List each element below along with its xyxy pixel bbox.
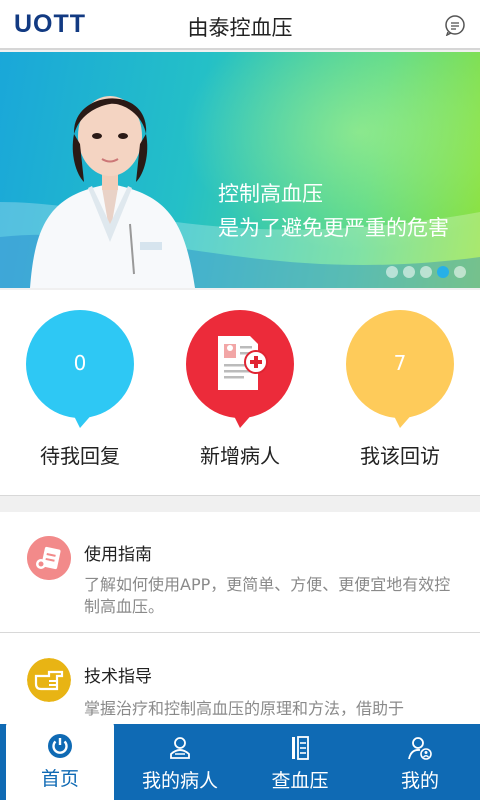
pending-reply-label: 待我回复 <box>40 444 120 468</box>
pointing-hand-icon <box>27 658 71 702</box>
tab-me[interactable]: 我的 <box>360 724 480 800</box>
profile-icon <box>408 737 432 760</box>
carousel-dot[interactable] <box>420 266 432 278</box>
tab-home[interactable]: 首页 <box>6 722 114 800</box>
carousel-dot[interactable] <box>403 266 415 278</box>
follow-up-count: 7 <box>393 351 407 375</box>
list-item-user-guide[interactable]: 使用指南 了解如何使用APP，更简单、方便、更便宜地有效控制高血压。 <box>0 512 480 633</box>
follow-up-button[interactable]: 7 我该回访 <box>330 310 470 469</box>
banner-line-2: 是为了避免更严重的危害 <box>218 216 449 240</box>
tech-guide-desc: 掌握治疗和控制高血压的原理和方法，借助于 <box>84 699 405 718</box>
add-patient-button[interactable]: 新增病人 <box>170 310 310 469</box>
home-power-icon <box>48 734 72 758</box>
tab-check-bp[interactable]: 查血压 <box>240 724 360 800</box>
promo-banner[interactable]: 控制高血压 是为了避免更严重的危害 <box>0 52 480 288</box>
add-patient-label: 新增病人 <box>200 444 280 468</box>
add-patient-bubble <box>186 310 294 428</box>
banner-caption: 控制高血压 是为了避免更严重的危害 <box>218 177 449 245</box>
tab-my-patients[interactable]: 我的病人 <box>120 724 240 800</box>
user-guide-desc: 了解如何使用APP，更简单、方便、更便宜地有效控制高血压。 <box>84 575 451 616</box>
message-icon[interactable] <box>444 14 466 36</box>
carousel-dot[interactable] <box>386 266 398 278</box>
carousel-dot[interactable] <box>454 266 466 278</box>
follow-up-bubble: 7 <box>346 310 454 428</box>
bottom-tab-bar: 首页 我的病人 查血压 我的 <box>0 722 480 800</box>
tab-my-patients-label: 我的病人 <box>141 770 218 792</box>
patients-icon <box>170 737 190 759</box>
info-list: 使用指南 了解如何使用APP，更简单、方便、更便宜地有效控制高血压。 技术指导 … <box>0 512 480 728</box>
tab-check-bp-label: 查血压 <box>271 770 329 792</box>
quick-actions: 0 待我回复 新增病人 7 我该回访 <box>0 290 480 496</box>
tab-home-label: 首页 <box>40 768 79 790</box>
pending-reply-count: 0 <box>73 351 87 375</box>
pending-reply-button[interactable]: 0 待我回复 <box>10 310 150 469</box>
pending-reply-bubble: 0 <box>26 310 134 428</box>
tech-guide-title: 技术指导 <box>84 667 152 687</box>
guide-icon <box>27 536 71 580</box>
follow-up-label: 我该回访 <box>360 444 440 468</box>
carousel-indicator <box>386 266 466 278</box>
user-guide-title: 使用指南 <box>84 545 152 565</box>
app-header: UOTT 由泰控血压 <box>0 0 480 50</box>
blood-pressure-icon <box>292 736 309 760</box>
tab-me-label: 我的 <box>400 770 439 792</box>
page-title: 由泰控血压 <box>187 16 293 40</box>
carousel-dot-active[interactable] <box>437 266 449 278</box>
add-document-icon <box>218 336 268 390</box>
doctor-image <box>30 96 195 288</box>
banner-line-1: 控制高血压 <box>218 182 323 206</box>
